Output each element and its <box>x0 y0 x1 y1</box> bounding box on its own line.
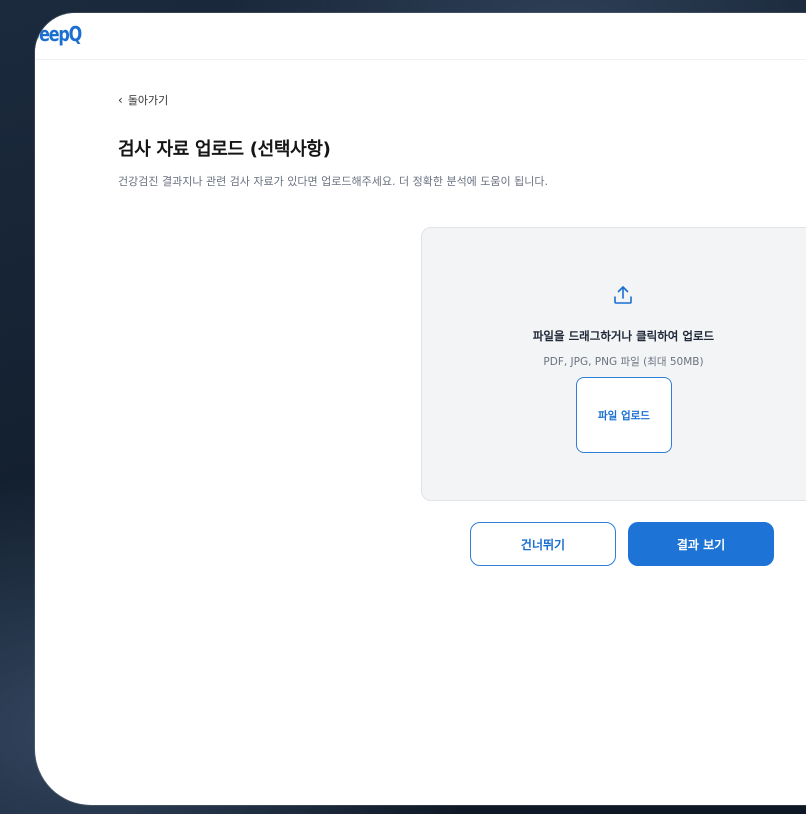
page-subtitle: 건강검진 결과지나 관련 검사 자료가 있다면 업로드해주세요. 더 정확한 분… <box>118 175 549 188</box>
view-result-button[interactable]: 결과 보기 <box>628 522 774 566</box>
back-link[interactable]: ‹ 돌아가기 <box>118 92 168 108</box>
dropzone-hint: PDF, JPG, PNG 파일 (최대 50MB) <box>543 356 704 368</box>
page-title: 검사 자료 업로드 (선택사항) <box>118 139 331 160</box>
chevron-left-icon: ‹ <box>118 93 123 107</box>
upload-icon <box>611 283 635 311</box>
header: DeepQ <box>35 13 806 60</box>
file-dropzone[interactable]: 파일을 드래그하거나 클릭하여 업로드 PDF, JPG, PNG 파일 (최대… <box>421 227 806 501</box>
dropzone-title: 파일을 드래그하거나 클릭하여 업로드 <box>532 329 715 343</box>
back-label: 돌아가기 <box>127 94 169 107</box>
logo[interactable]: DeepQ <box>35 22 82 46</box>
app-window: DeepQ ‹ 돌아가기 검사 자료 업로드 (선택사항) 건강검진 결과지나 … <box>35 13 806 805</box>
skip-button[interactable]: 건너뛰기 <box>470 522 616 566</box>
file-upload-button[interactable]: 파일 업로드 <box>576 377 672 453</box>
